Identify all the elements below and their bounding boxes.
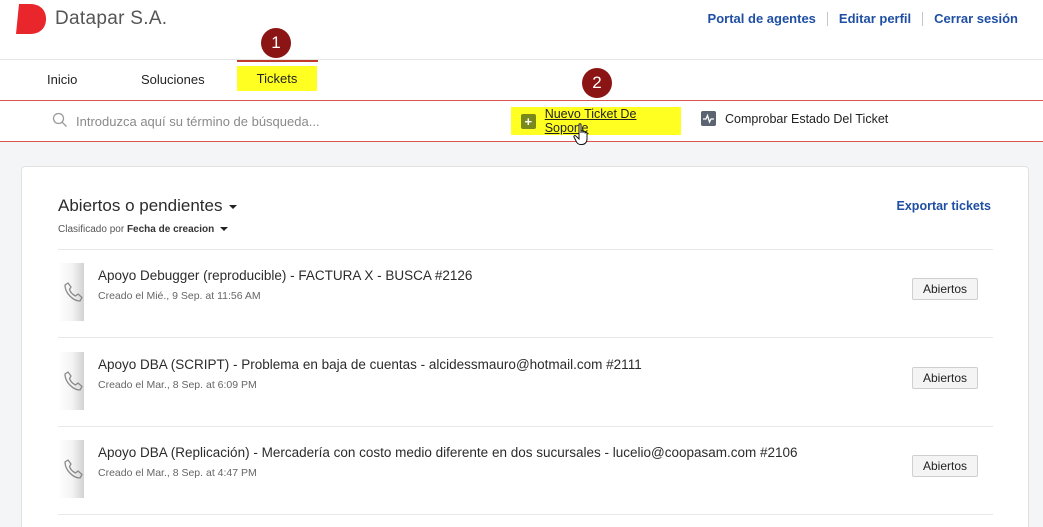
new-ticket-button[interactable]: + Nuevo Ticket De Soporte [511, 107, 681, 135]
ticket-row[interactable]: Apoyo DBA (Replicación) - Mercadería con… [58, 440, 993, 512]
phone-icon [64, 282, 83, 302]
datapar-logo [16, 4, 46, 34]
logout-link[interactable]: Cerrar sesión [934, 11, 1018, 26]
phone-icon [64, 371, 83, 391]
sort-field: Fecha de creacion [126, 224, 215, 235]
ticket-row[interactable]: Apoyo Debugger (reproducible) - FACTURA … [58, 263, 993, 335]
pulse-icon [701, 111, 716, 126]
view-title: Abiertos o pendientes [58, 196, 223, 215]
check-status-label: Comprobar Estado Del Ticket [725, 111, 889, 126]
search-input[interactable] [76, 110, 476, 132]
ticket-row[interactable]: Apoyo DBA (SCRIPT) - Problema en baja de… [58, 352, 993, 424]
sort-prefix: Clasificado por [58, 224, 125, 235]
edit-profile-link[interactable]: Editar perfil [839, 11, 911, 26]
view-filter-dropdown[interactable]: Abiertos o pendientes [58, 196, 238, 216]
link-divider [826, 11, 828, 26]
ticket-title[interactable]: Apoyo Debugger (reproducible) - FACTURA … [98, 268, 472, 283]
hand-cursor-icon [573, 123, 588, 145]
export-tickets-link[interactable]: Exportar tickets [897, 199, 991, 213]
top-header: Datapar S.A. Portal de agentes Editar pe… [0, 0, 1043, 60]
main-nav: Inicio Soluciones Tickets [0, 60, 1043, 100]
brand-name: Datapar S.A. [55, 8, 168, 29]
step-badge-1: 1 [261, 28, 291, 58]
agent-portal-link[interactable]: Portal de agentes [708, 11, 816, 26]
divider [58, 337, 993, 338]
status-badge: Abiertos [912, 455, 978, 477]
ticket-channel-bar [58, 263, 84, 321]
ticket-channel-bar [58, 352, 84, 410]
status-badge: Abiertos [912, 278, 978, 300]
ticket-title[interactable]: Apoyo DBA (Replicación) - Mercadería con… [98, 445, 798, 460]
ticket-created-date: Creado el Mar., 8 Sep. at 6:09 PM [98, 379, 257, 391]
phone-icon [64, 459, 83, 479]
step-badge-2: 2 [582, 68, 612, 98]
divider [58, 514, 993, 515]
sort-dropdown[interactable]: Clasificado por Fecha de creacion [58, 224, 229, 235]
ticket-created-date: Creado el Mié., 9 Sep. at 11:56 AM [98, 290, 261, 302]
nav-tickets[interactable]: Tickets [237, 66, 317, 91]
divider [58, 249, 993, 250]
ticket-title[interactable]: Apoyo DBA (SCRIPT) - Problema en baja de… [98, 357, 642, 372]
nav-inicio[interactable]: Inicio [47, 72, 77, 87]
plus-icon: + [521, 113, 536, 129]
tickets-card: Abiertos o pendientes Clasificado por Fe… [21, 166, 1029, 527]
active-tab-indicator [237, 60, 318, 62]
search-bar: + Nuevo Ticket De Soporte Comprobar Esta… [0, 100, 1043, 142]
check-ticket-status-button[interactable]: Comprobar Estado Del Ticket [701, 111, 888, 126]
caret-down-icon [220, 227, 229, 232]
search-icon [52, 112, 67, 127]
link-divider [922, 11, 924, 26]
status-badge: Abiertos [912, 367, 978, 389]
nav-soluciones[interactable]: Soluciones [141, 72, 205, 87]
new-ticket-label: Nuevo Ticket De Soporte [544, 107, 637, 135]
ticket-created-date: Creado el Mar., 8 Sep. at 4:47 PM [98, 467, 257, 479]
ticket-channel-bar [58, 440, 84, 498]
divider [58, 426, 993, 427]
header-links: Portal de agentes Editar perfil Cerrar s… [708, 11, 1018, 26]
caret-down-icon [229, 204, 238, 209]
